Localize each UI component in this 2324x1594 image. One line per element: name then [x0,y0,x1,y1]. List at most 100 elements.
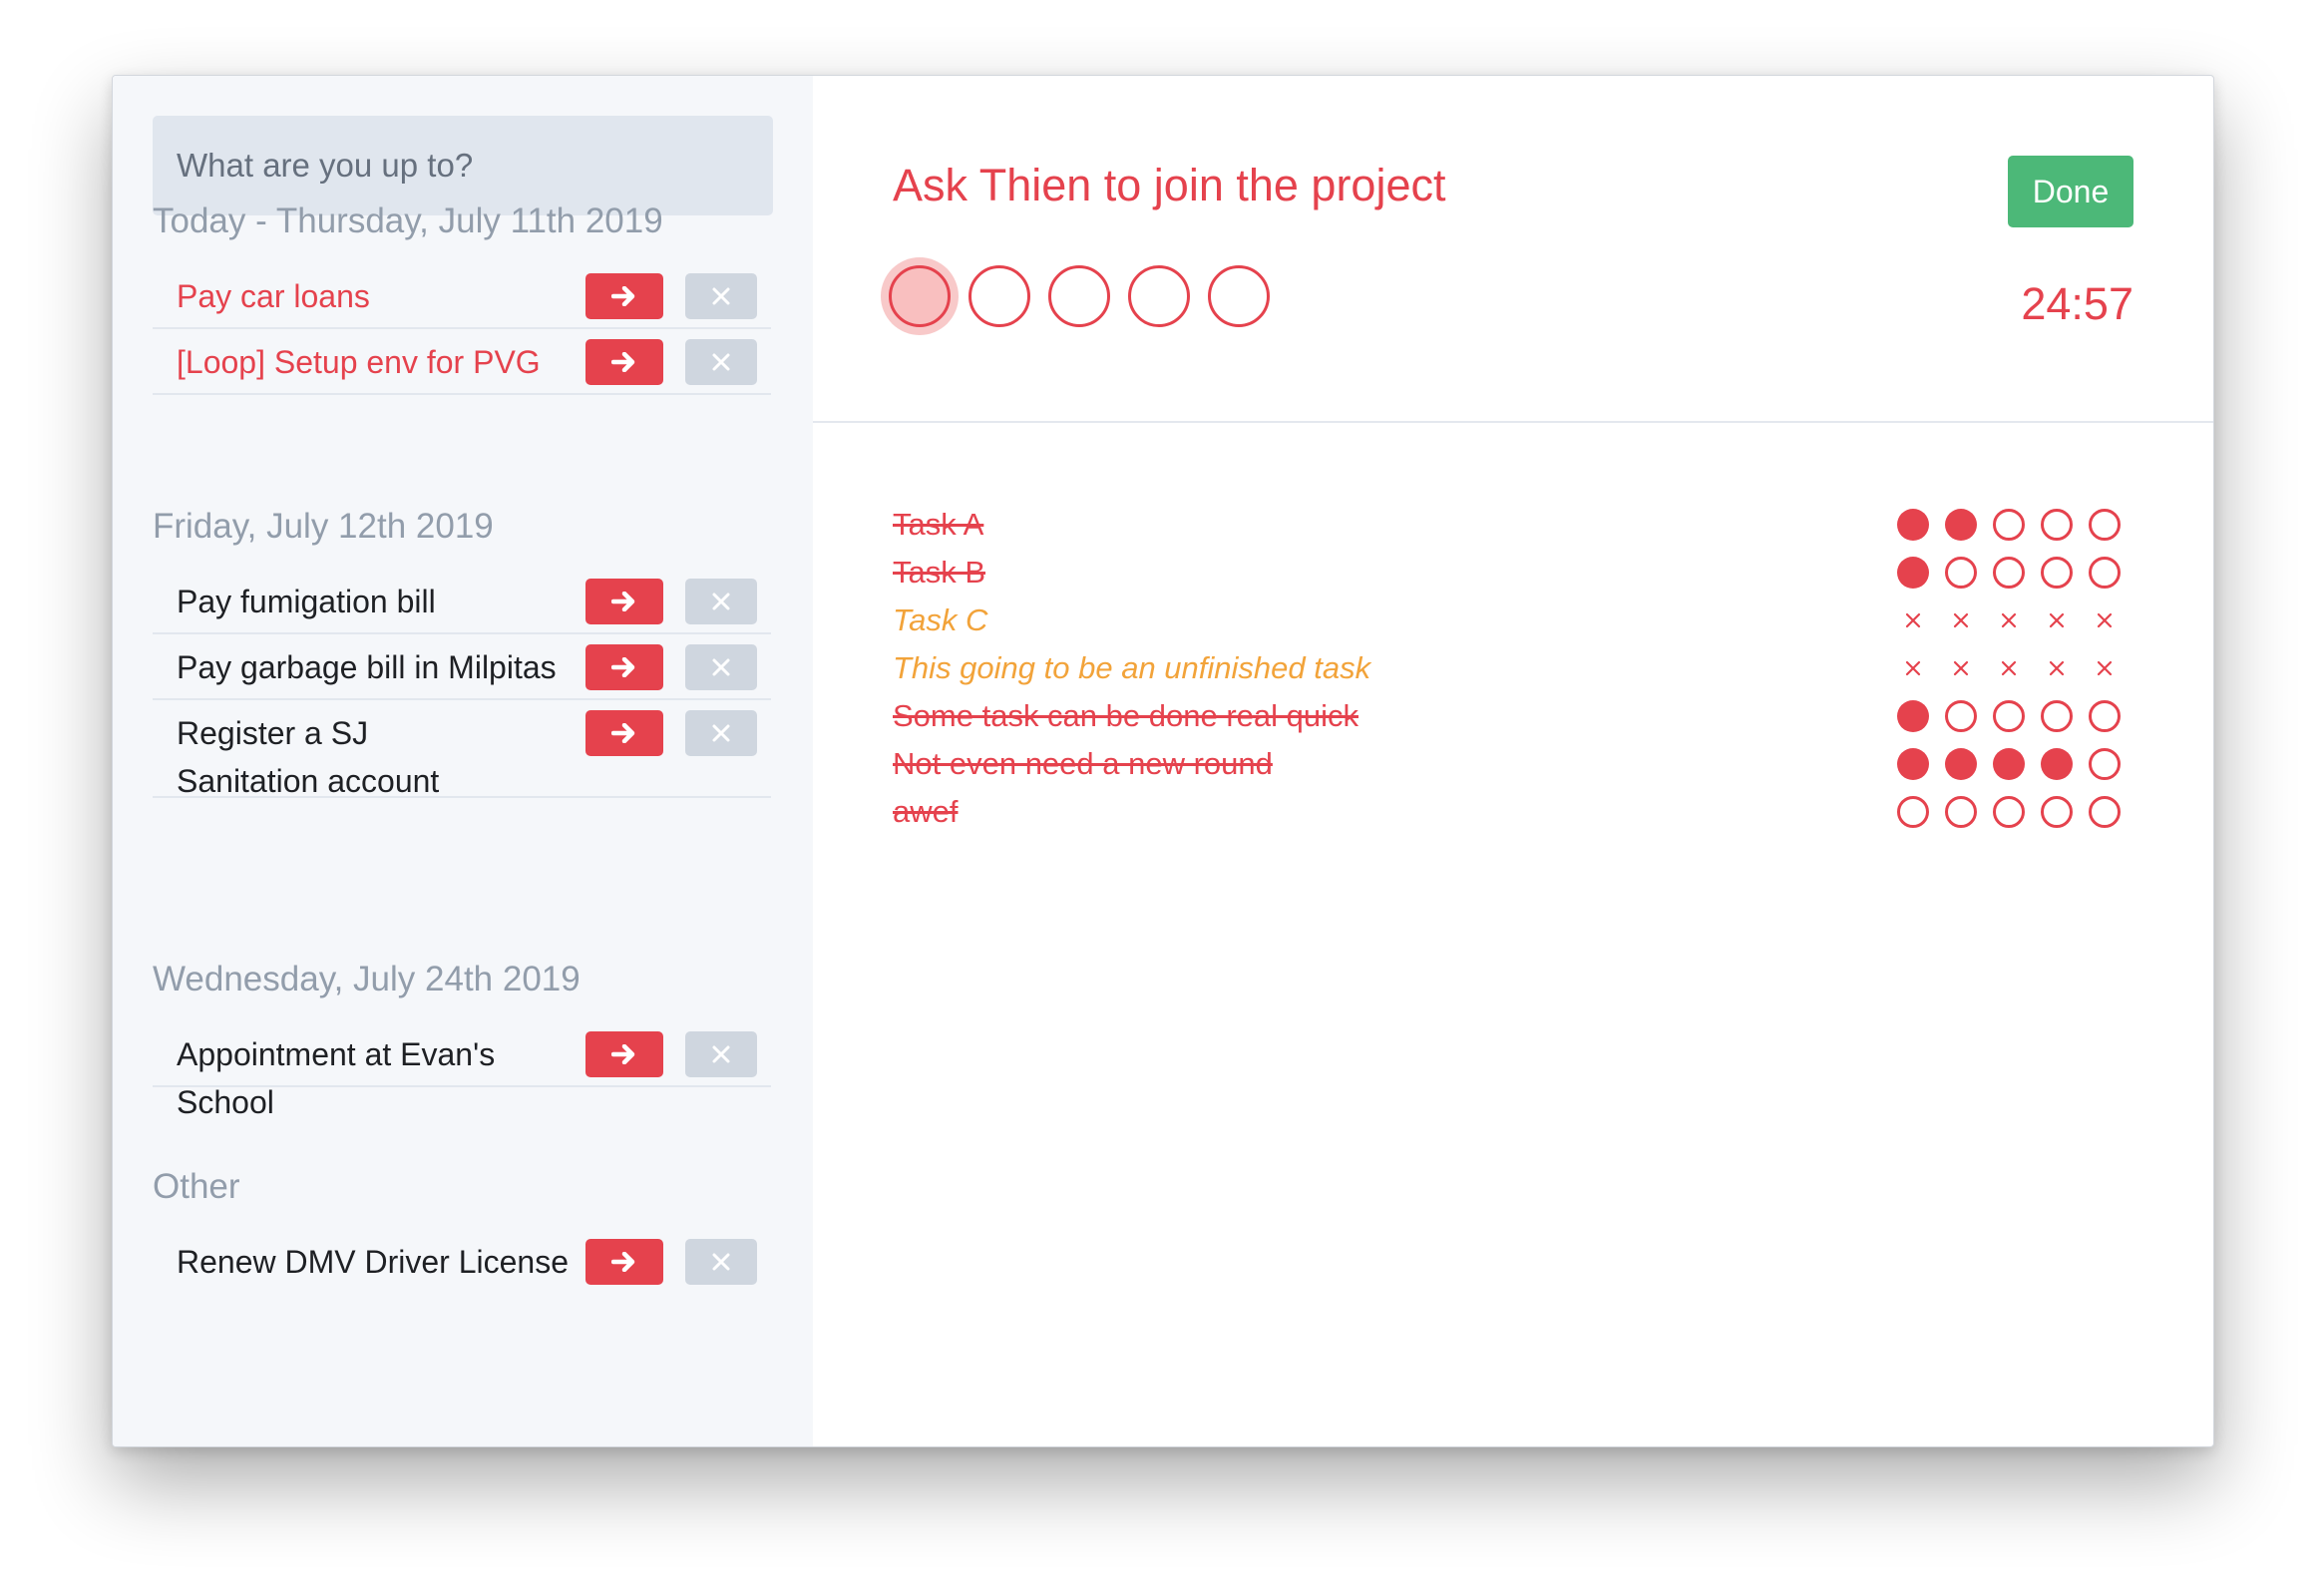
pomodoro-marks [1897,604,2132,636]
start-task-button[interactable] [585,579,663,624]
empty-circle-icon [1993,509,2025,541]
empty-circle-icon [1993,557,2025,589]
filled-circle-icon [2041,748,2073,780]
arrow-right-icon [611,657,635,677]
arrow-right-icon [611,352,635,372]
cross-icon [1945,604,1977,636]
list-item[interactable]: Pay fumigation bill [153,569,771,634]
list-item[interactable]: Renew DMV Driver License [153,1229,771,1295]
delete-task-button[interactable] [685,273,757,319]
arrow-right-icon [611,1252,635,1272]
delete-task-button[interactable] [685,644,757,690]
start-task-button[interactable] [585,339,663,385]
empty-circle-icon [1945,796,1977,828]
start-task-button[interactable] [585,710,663,756]
arrow-right-icon [611,592,635,611]
pomodoro-circle-icon [889,265,951,327]
pomodoro-marks [1897,748,2132,780]
cross-icon [2041,604,2073,636]
list-item[interactable]: Appointment at Evan's School [153,1021,771,1120]
list-item[interactable]: [Loop] Setup env for PVG [153,329,771,395]
arrow-right-icon [611,286,635,306]
close-icon [712,593,730,610]
cross-icon [1993,652,2025,684]
history-row: This going to be an unfinished task [893,648,2130,688]
current-task-title: Ask Thien to join the project [893,160,1446,210]
empty-circle-icon [2089,700,2121,732]
history-task-name: Task C [893,602,988,637]
history-row: Task B [893,553,2130,593]
item-label: [Loop] Setup env for PVG [177,344,541,380]
app-window: Today - Thursday, July 11th 2019 Pay car… [112,75,2214,1447]
item-label: Pay fumigation bill [177,584,436,619]
pomodoro-marks [1897,509,2132,541]
filled-circle-icon [1897,557,1929,589]
filled-circle-icon [1993,748,2025,780]
cross-icon [1993,604,2025,636]
arrow-right-icon [611,723,635,743]
list-item[interactable]: Pay garbage bill in Milpitas [153,634,771,700]
filled-circle-icon [1897,509,1929,541]
group-title: Today - Thursday, July 11th 2019 [153,201,663,240]
pomodoro-marks [1897,557,2132,589]
pomodoro-marks [1897,652,2132,684]
cross-icon [2089,652,2121,684]
cross-icon [1897,652,1929,684]
divider [813,421,2213,423]
done-button[interactable]: Done [2008,156,2133,227]
close-icon [712,724,730,742]
countdown-timer: 24:57 [2021,278,2133,329]
close-icon [712,658,730,676]
close-icon [712,1253,730,1271]
delete-task-button[interactable] [685,710,757,756]
list-item[interactable]: Pay car loans [153,263,771,329]
filled-circle-icon [1945,509,1977,541]
history-row: Not even need a new round [893,744,2130,784]
history-row: Task A [893,505,2130,545]
start-task-button[interactable] [585,273,663,319]
item-label: Pay garbage bill in Milpitas [177,649,557,685]
delete-task-button[interactable] [685,1031,757,1077]
empty-circle-icon [1993,796,2025,828]
start-task-button[interactable] [585,644,663,690]
history-task-name: Some task can be done real quick [893,698,1358,733]
cross-icon [1945,652,1977,684]
history-row: Some task can be done real quick [893,696,2130,736]
delete-task-button[interactable] [685,339,757,385]
empty-circle-icon [2089,509,2121,541]
arrow-right-icon [611,1044,635,1064]
task-detail: Ask Thien to join the project Done 24:57… [813,76,2213,1446]
group-title: Friday, July 12th 2019 [153,507,494,546]
pomodoro-marks [1897,796,2132,828]
history-task-name: Task B [893,555,986,590]
history-task-name: awef [893,794,959,829]
close-icon [712,1045,730,1063]
pomodoro-circle-icon [1048,265,1110,327]
list-item[interactable]: Register a SJ Sanitation account [153,700,771,799]
group-title: Wednesday, July 24th 2019 [153,960,581,998]
item-label: Pay car loans [177,278,370,314]
delete-task-button[interactable] [685,579,757,624]
history-task-name: Task A [893,507,984,542]
history-row: awef [893,792,2130,832]
empty-circle-icon [2089,557,2121,589]
item-label: Appointment at Evan's School [177,1036,496,1120]
filled-circle-icon [1897,748,1929,780]
empty-circle-icon [1945,557,1977,589]
close-icon [712,287,730,305]
filled-circle-icon [1897,700,1929,732]
item-label: Renew DMV Driver License [177,1244,570,1280]
history-row: Task C [893,600,2130,640]
cross-icon [1897,604,1929,636]
task-input[interactable] [153,116,773,215]
empty-circle-icon [2041,700,2073,732]
start-task-button[interactable] [585,1031,663,1077]
close-icon [712,353,730,371]
empty-circle-icon [2089,748,2121,780]
pomodoro-circle-icon [1128,265,1190,327]
pomodoro-marks [1897,700,2132,732]
empty-circle-icon [1897,796,1929,828]
start-task-button[interactable] [585,1239,663,1285]
empty-circle-icon [2089,796,2121,828]
delete-task-button[interactable] [685,1239,757,1285]
